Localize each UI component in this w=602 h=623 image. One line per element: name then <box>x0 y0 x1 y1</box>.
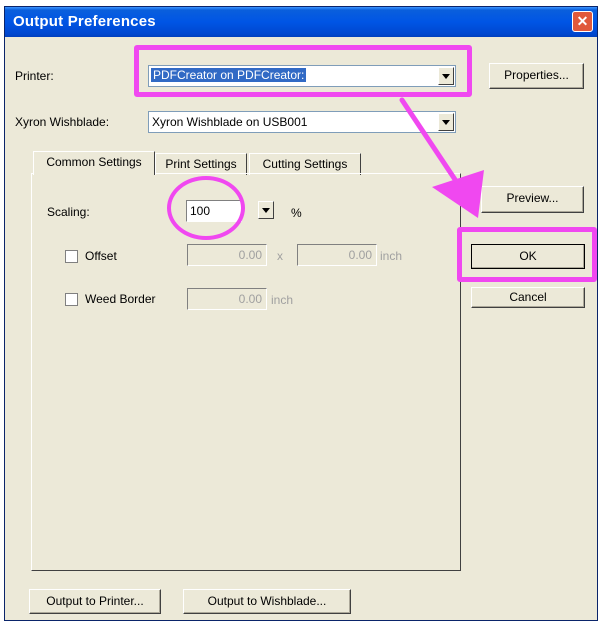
arrow-head-icon <box>432 170 484 218</box>
annotation-arrow <box>399 97 484 218</box>
tab-common-settings[interactable]: Common Settings <box>33 151 155 175</box>
